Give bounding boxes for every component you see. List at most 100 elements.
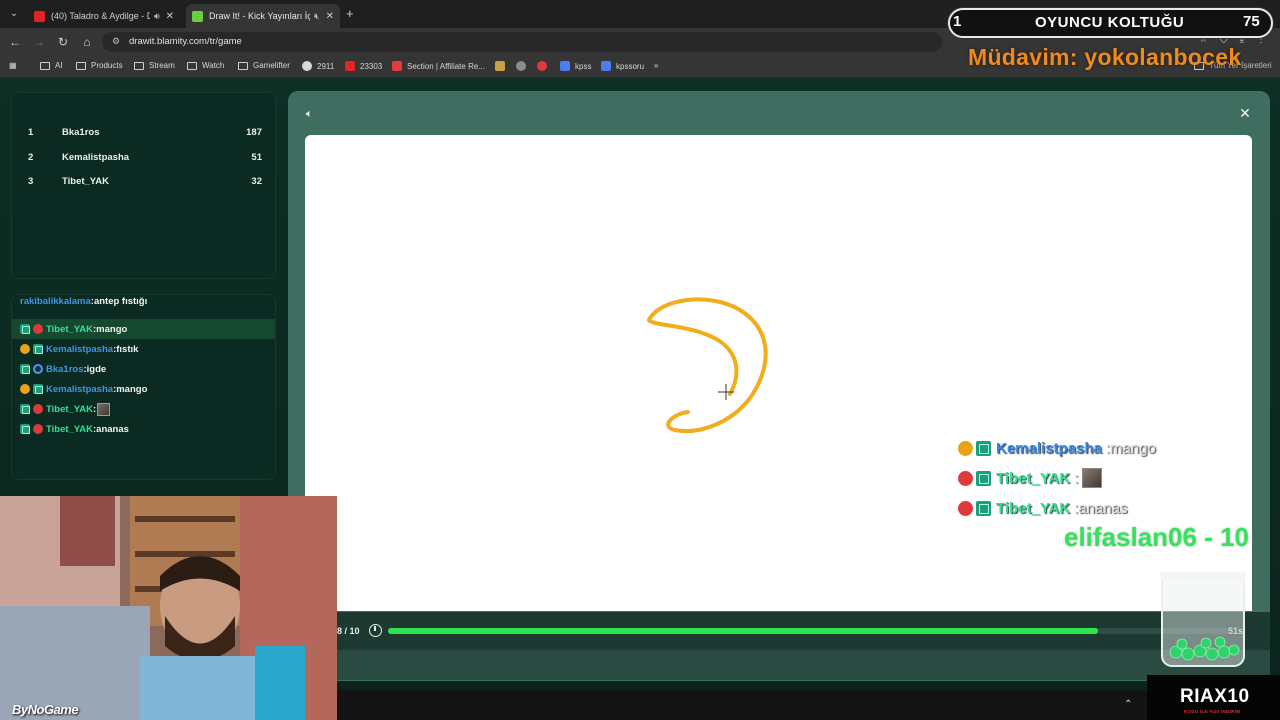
new-tab-icon[interactable]: + xyxy=(346,6,354,21)
rank: 1 xyxy=(28,127,34,138)
bookmark-folder-stream[interactable]: Stream xyxy=(134,61,175,70)
bookmark-2911[interactable]: 2911 xyxy=(302,61,334,71)
time-progress-bar xyxy=(388,628,1228,634)
drawing-stroke xyxy=(647,297,768,433)
tab-youtube[interactable]: (40) Taladro & Aydilge - Dü 🔊︎ ✕ xyxy=(28,4,180,28)
chat-message: Tibet_YAK :ananas xyxy=(12,419,275,439)
speaker-icon[interactable]: 🔈︎ xyxy=(306,108,320,120)
kick-badge-icon xyxy=(20,364,30,374)
site-info-icon[interactable]: ⚙ xyxy=(112,36,120,47)
docs-favicon-icon xyxy=(560,61,570,71)
seat-count: 75 xyxy=(1243,13,1260,30)
kick-badge-icon xyxy=(20,324,30,334)
youtube-favicon-icon xyxy=(345,61,355,71)
promo-code: RIAX10 xyxy=(1180,686,1250,707)
bookmark-kpss[interactable]: kpss xyxy=(560,61,591,71)
folder-icon xyxy=(40,61,50,70)
chat-text: :igde xyxy=(83,363,107,375)
chat-text: mango xyxy=(1110,439,1156,457)
tab-close-icon[interactable]: ✕ xyxy=(326,11,334,22)
chat-text: :ananas xyxy=(93,423,129,435)
folder-icon xyxy=(76,61,86,70)
overlay-chat-message: Tibet_YAK : ananas xyxy=(958,497,1128,519)
bookmark-label: Gamelifter xyxy=(253,61,290,70)
drawing-stroke xyxy=(647,318,739,396)
bookmark-label: Section | Affiliate Re... xyxy=(407,61,485,71)
guess-chat-panel[interactable]: rakibalikkalama :antep fıstığı Tibet_YAK… xyxy=(11,294,276,480)
bookmark-label: 2911 xyxy=(317,61,335,71)
panel-footer xyxy=(288,650,1270,680)
bookmark-label: Stream xyxy=(149,61,175,70)
tab-drawit[interactable]: Draw It! - Kick Yayınları İçin 🔇︎ ✕ xyxy=(186,4,340,28)
bookmark-kpssoru[interactable]: kpssoru xyxy=(601,61,644,71)
chat-message: Kemalistpasha :mango xyxy=(12,379,275,399)
chat-text: : xyxy=(93,403,97,415)
kick-badge-icon xyxy=(976,500,991,516)
emote-thumbnail xyxy=(97,402,111,416)
reload-icon[interactable]: ↻ xyxy=(55,34,71,50)
muted-audio-icon[interactable]: 🔇︎ xyxy=(314,11,320,22)
docs-favicon-icon xyxy=(601,61,611,71)
site-favicon-icon xyxy=(302,61,312,71)
seat-title: OYUNCU KOLTUĞU xyxy=(1035,14,1185,31)
bookmark-label: Products xyxy=(91,61,123,70)
chat-user: Tibet_YAK xyxy=(46,403,93,415)
bookmark-folder-products[interactable]: Products xyxy=(76,61,123,70)
chat-message: Tibet_YAK : xyxy=(12,399,275,419)
close-icon[interactable]: ✕ xyxy=(1238,106,1252,120)
apps-icon[interactable]: ▦ xyxy=(9,61,17,70)
gold-badge-icon xyxy=(20,344,30,354)
home-icon[interactable]: ⌂ xyxy=(79,34,95,50)
chat-text: :antep fıstığı xyxy=(90,295,148,307)
audio-icon[interactable]: 🔊︎ xyxy=(154,11,160,22)
bookmark-icon-only-1[interactable] xyxy=(495,61,510,71)
back-icon[interactable]: ← xyxy=(7,34,23,50)
red-badge-icon xyxy=(958,500,973,516)
chat-separator: : xyxy=(1074,469,1079,487)
chat-message: Bka1ros :igde xyxy=(12,359,275,379)
gold-badge-icon xyxy=(958,440,973,456)
round-counter: 8 / 10 xyxy=(337,626,360,636)
tray-chevron-icon[interactable]: ⌃ xyxy=(1124,699,1132,710)
chat-text: :mango xyxy=(93,323,128,335)
red-badge-icon xyxy=(33,324,43,334)
leaderboard-row: 3 Tibet_YAK 32 xyxy=(12,172,277,192)
bookmark-label: kpssoru xyxy=(616,61,645,71)
player-score: 187 xyxy=(246,127,262,138)
bookmark-folder-watch[interactable]: Watch xyxy=(187,61,224,70)
chat-text: ananas xyxy=(1078,499,1128,517)
player-name: Tibet_YAK xyxy=(62,176,109,187)
bookmarks-overflow-icon[interactable]: » xyxy=(654,61,658,70)
chat-user: Kemalistpasha xyxy=(46,343,114,355)
tab-search-chevron-icon[interactable]: ⌄ xyxy=(6,6,22,22)
seat-rank: 1 xyxy=(953,13,962,30)
chat-message: Tibet_YAK :mango xyxy=(12,319,275,339)
bookmark-23303[interactable]: 23303 xyxy=(345,61,382,71)
regular-viewer-label: Müdavim: yokolanbocek xyxy=(968,44,1242,70)
rank: 2 xyxy=(28,152,34,163)
kick-badge-icon xyxy=(20,404,30,414)
bookmark-icon-only-2[interactable] xyxy=(516,61,531,71)
chat-user: Tibet_YAK xyxy=(996,469,1071,487)
bookmark-folder-gamelifter[interactable]: Gamelifter xyxy=(238,61,290,70)
kick-badge-icon xyxy=(20,424,30,434)
folder-icon xyxy=(134,61,144,70)
tab-close-icon[interactable]: ✕ xyxy=(166,11,174,22)
forward-icon[interactable]: → xyxy=(31,34,47,50)
red-badge-icon xyxy=(33,404,43,414)
timer-icon xyxy=(369,624,382,637)
chat-text: :fıstık xyxy=(113,343,139,355)
bookmark-section[interactable]: Section | Affiliate Re... xyxy=(392,61,485,71)
chat-user: Kemalistpasha xyxy=(996,439,1102,457)
rank: 3 xyxy=(28,176,34,187)
credit-watermark: ByNoGame xyxy=(12,702,79,717)
bookmark-folder-ai[interactable]: AI xyxy=(40,61,63,70)
chat-user: Kemalistpasha xyxy=(46,383,114,395)
bookmark-label: AI xyxy=(55,61,63,70)
chat-message: rakibalikkalama :antep fıstığı xyxy=(12,295,275,311)
leaderboard-row: 1 Bka1ros 187 xyxy=(12,123,277,143)
tab-title: Draw It! - Kick Yayınları İçin xyxy=(209,11,310,21)
bookmark-icon-only-3[interactable] xyxy=(537,61,552,71)
red-badge-icon xyxy=(958,470,973,486)
time-progress-fill xyxy=(388,628,1098,634)
